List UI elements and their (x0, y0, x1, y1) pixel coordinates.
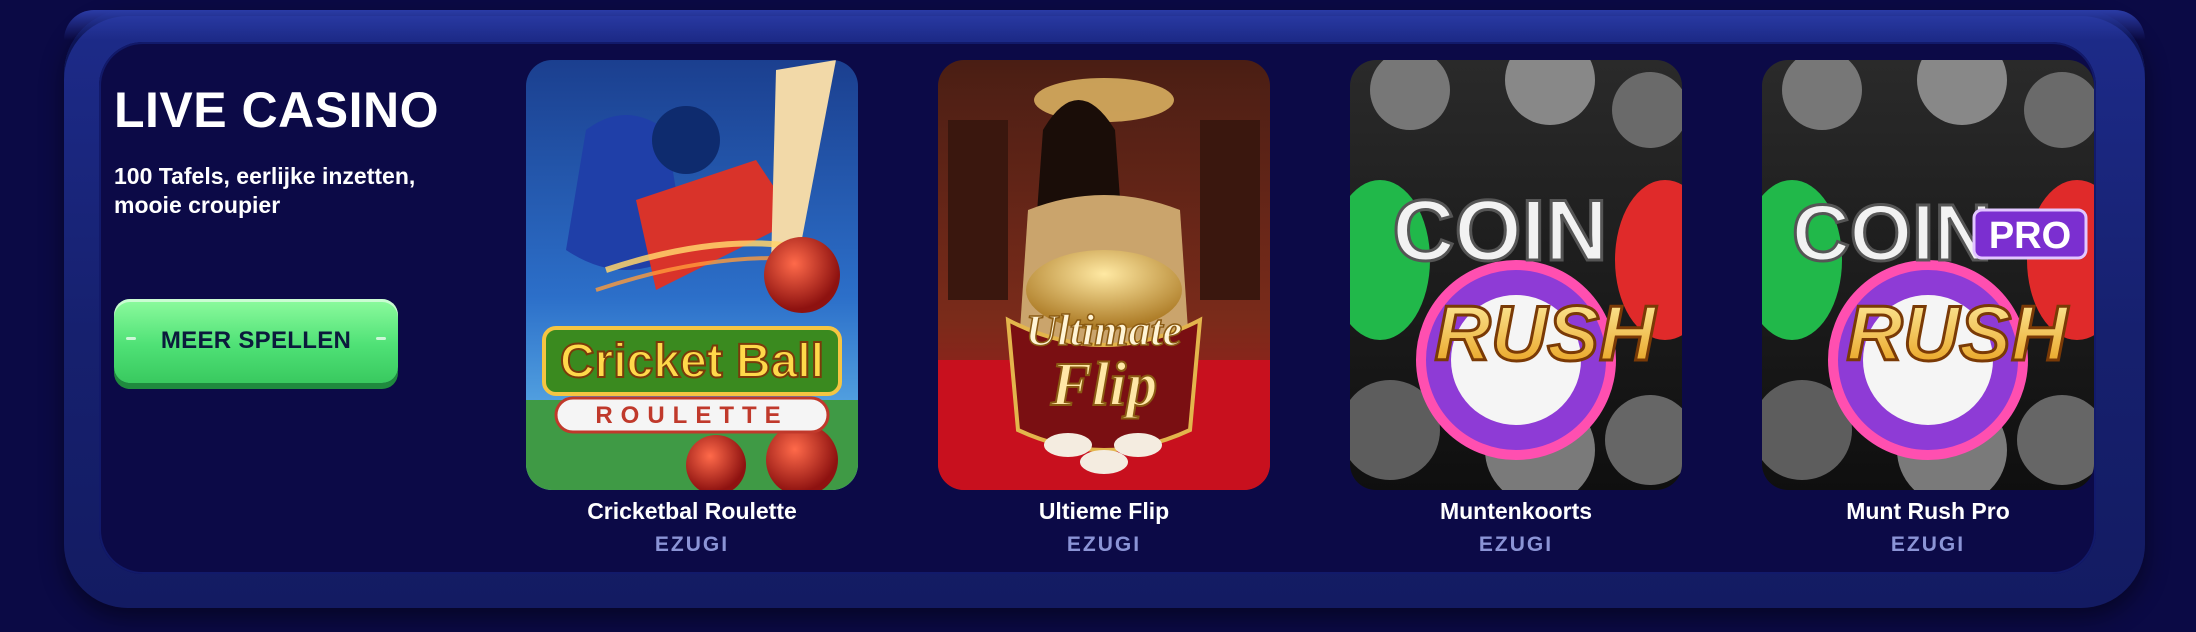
game-provider: EZUGI (1890, 533, 1966, 556)
coin-rush-pro-art-line2: RUSH (1846, 289, 2069, 377)
section-subtitle: 100 Tafels, eerlijke inzetten, mooie cro… (114, 163, 416, 218)
game-thumbnail[interactable]: Ultimate Flip (938, 60, 1270, 490)
coin-rush-art-line1: COIN (1393, 183, 1608, 279)
section-header: LIVE CASINO 100 Tafels, eerlijke inzette… (114, 80, 494, 220)
cricket-art-line2: ROULETTE (595, 402, 788, 429)
coin-rush-pro-art-line1: COIN (1792, 188, 1992, 277)
button-glint-right (376, 337, 386, 340)
game-title[interactable]: Munt Rush Pro (1762, 496, 2094, 526)
flip-artwork: Ultimate Flip (938, 60, 1270, 490)
game-title[interactable]: Muntenkoorts (1350, 496, 1682, 526)
game-card-muntenkoorts[interactable]: COIN RUSH Muntenkoorts EZUGI (1350, 60, 1682, 558)
game-card-munt-rush-pro[interactable]: COIN PRO RUSH Munt Rush Pro EZUGI (1762, 60, 2094, 558)
game-provider: EZUGI (1066, 533, 1142, 556)
game-provider: EZUGI (1478, 533, 1554, 556)
flip-art-line1: Ultimate (1026, 306, 1182, 355)
game-provider: EZUGI (654, 533, 730, 556)
coin-rush-artwork: COIN RUSH (1350, 60, 1682, 490)
coin-rush-pro-art-badge: PRO (1989, 215, 2071, 257)
game-title[interactable]: Cricketbal Roulette (526, 496, 858, 526)
game-thumbnail[interactable]: COIN PRO RUSH (1762, 60, 2094, 490)
coin-rush-pro-artwork: COIN PRO RUSH (1762, 60, 2094, 490)
more-games-button-label: MEER SPELLEN (160, 327, 352, 354)
game-thumbnail[interactable]: Cricket Ball ROULETTE (526, 60, 858, 490)
game-thumbnail[interactable]: COIN RUSH (1350, 60, 1682, 490)
cricket-art-line1: Cricket Ball (560, 335, 824, 388)
section-title: LIVE CASINO (114, 82, 439, 138)
more-games-button[interactable]: MEER SPELLEN (114, 299, 398, 383)
game-title[interactable]: Ultieme Flip (938, 496, 1270, 526)
game-card-cricketbal-roulette[interactable]: Cricket Ball ROULETTE Cricketbal Roulett… (526, 60, 858, 558)
cricket-artwork: Cricket Ball ROULETTE (526, 60, 858, 490)
button-glint-left (126, 337, 136, 340)
coin-rush-art-line2: RUSH (1434, 289, 1657, 377)
flip-art-line2: Flip (1050, 351, 1158, 419)
game-card-ultieme-flip[interactable]: Ultimate Flip Ultieme Flip EZUGI (938, 60, 1270, 558)
